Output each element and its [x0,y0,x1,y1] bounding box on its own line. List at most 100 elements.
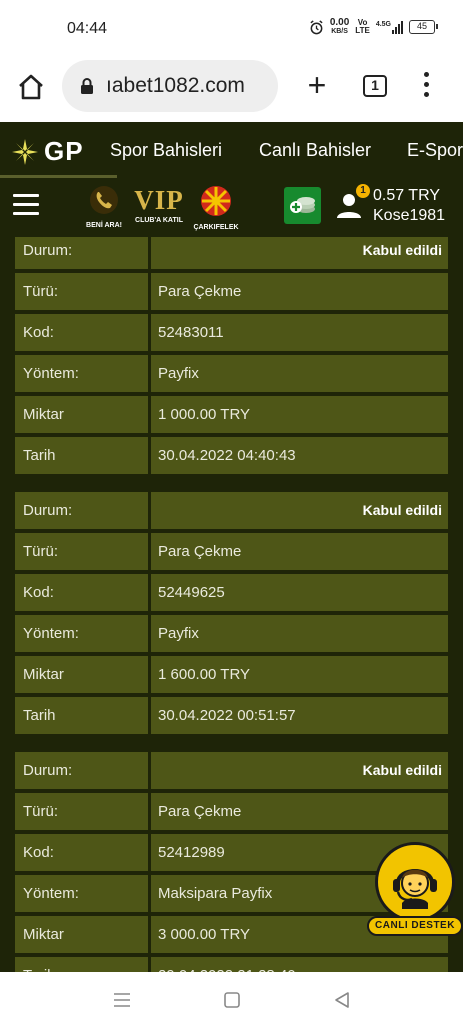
method-value: Payfix [151,615,448,652]
home-icon[interactable] [16,72,46,102]
net-speed: 0.00 KB/S [330,18,349,36]
network-type: 4.5G [375,20,391,28]
nav-item-e-spor[interactable]: E-Spor [407,140,463,161]
type-label: Türü: [15,273,148,310]
row-status: Durum: Kabul edildi [15,237,448,269]
date-value: 30.04.2022 04:40:43 [151,437,448,474]
type-label: Türü: [15,793,148,830]
support-agent-badge [375,842,455,922]
row-method: Yöntem: Payfix [15,355,448,392]
promo-call-me[interactable]: BENİ ARA! [84,185,124,229]
nav-item-spor-bahisleri[interactable]: Spor Bahisleri [110,140,222,161]
live-support-button[interactable]: CANLI DESTEK [367,842,463,938]
deposit-button[interactable] [284,187,321,224]
date-value: 29.04.2022 21:28:40 [151,957,448,972]
date-value: 30.04.2022 00:51:57 [151,697,448,734]
row-amount: Miktar 1 600.00 TRY [15,656,448,693]
recent-apps-icon[interactable] [113,990,131,1010]
row-date: Tarih 30.04.2022 00:51:57 [15,697,448,734]
site-logo[interactable]: GP [10,136,84,167]
net-speed-value: 0.00 [329,17,350,28]
status-icons: 0.00 KB/S Vo LTE 4.5G 45 [309,18,438,36]
notification-badge[interactable]: 1 [356,184,370,198]
type-value: Para Çekme [151,793,448,830]
alarm-icon [310,19,323,34]
method-value: Payfix [151,355,448,392]
system-nav-bar [0,972,463,1029]
coins-icon [290,197,315,213]
method-label: Yöntem: [15,355,148,392]
phone-icon [90,186,118,214]
status-label: Durum: [15,492,148,529]
browser-toolbar: ıabet1082.com + 1 [0,58,463,122]
browser-menu-icon[interactable] [420,72,432,100]
amount-value: 1 600.00 TRY [151,656,448,693]
code-label: Kod: [15,834,148,871]
amount-label: Miktar [15,916,148,953]
row-status: Durum: Kabul edildi [15,752,448,789]
amount-value: 1 000.00 TRY [151,396,448,433]
row-date: Tarih 30.04.2022 04:40:43 [15,437,448,474]
type-value: Para Çekme [151,533,448,570]
row-date: Tarih 29.04.2022 21:28:40 [15,957,448,972]
code-value: 52449625 [151,574,448,611]
status-time: 04:44 [67,20,108,37]
row-method: Yöntem: Payfix [15,615,448,652]
status-label: Durum: [15,752,148,789]
star-logo-icon [12,138,38,165]
account-balance: 0.57 TRY [373,187,441,204]
signal-icon: 4.5G [375,20,403,34]
back-nav-icon[interactable] [333,990,351,1010]
screen: 04:44 0.00 KB/S Vo LTE 4.5G 45 ıabet1082… [0,0,463,1029]
url-text[interactable]: ıabet1082.com [106,74,274,98]
headset-agent-icon [393,869,437,909]
method-label: Yöntem: [15,875,148,912]
live-support-label: CANLI DESTEK [367,916,463,936]
code-label: Kod: [15,574,148,611]
status-label: Durum: [15,237,148,269]
date-label: Tarih [15,697,148,734]
status-value: Kabul edildi [151,492,448,529]
date-label: Tarih [15,957,148,972]
date-label: Tarih [15,437,148,474]
row-type: Türü: Para Çekme [15,533,448,570]
volte-indicator: Vo LTE [355,19,370,35]
status-bar: 04:44 0.00 KB/S Vo LTE 4.5G 45 [0,0,463,58]
volte-bottom: LTE [355,26,370,35]
address-bar[interactable]: ıabet1082.com [62,60,278,112]
type-value: Para Çekme [151,273,448,310]
promo-wheel[interactable]: ÇARKIFELEK [192,185,240,231]
type-label: Türü: [15,533,148,570]
row-code: Kod: 52483011 [15,314,448,351]
row-amount: Miktar 1 000.00 TRY [15,396,448,433]
battery-level: 45 [416,21,427,31]
promo-vip-caption: CLUB'A KATIL [135,217,183,224]
hamburger-menu-icon[interactable] [13,194,39,216]
promo-wheel-caption: ÇARKIFELEK [193,224,239,231]
site-nav: GP Spor Bahisleri Canlı Bahisler E-Spor [0,122,463,178]
promo-call-me-caption: BENİ ARA! [86,222,122,229]
vip-logo: VIP [134,185,184,215]
amount-label: Miktar [15,656,148,693]
promo-vip-club[interactable]: VIP CLUB'A KATIL [133,185,185,224]
code-value: 52483011 [151,314,448,351]
new-tab-button[interactable]: + [302,69,332,101]
wheel-icon [201,186,231,216]
row-type: Türü: Para Çekme [15,793,448,830]
row-type: Türü: Para Çekme [15,273,448,310]
amount-label: Miktar [15,396,148,433]
site-toolbar: BENİ ARA! VIP CLUB'A KATIL ÇARKIFELEK 1 … [0,178,463,237]
code-label: Kod: [15,314,148,351]
nav-item-canli-bahisler[interactable]: Canlı Bahisler [259,140,371,161]
battery-icon: 45 [409,20,438,34]
lock-icon [81,78,93,94]
row-status: Durum: Kabul edildi [15,492,448,529]
net-speed-unit: KB/S [331,28,348,35]
method-label: Yöntem: [15,615,148,652]
logo-text: GP [44,136,84,166]
row-code: Kod: 52449625 [15,574,448,611]
tab-switcher-button[interactable]: 1 [363,75,387,97]
home-nav-icon[interactable] [223,990,241,1010]
status-value: Kabul edildi [151,752,448,789]
account-username[interactable]: Kose1981 [373,207,445,225]
